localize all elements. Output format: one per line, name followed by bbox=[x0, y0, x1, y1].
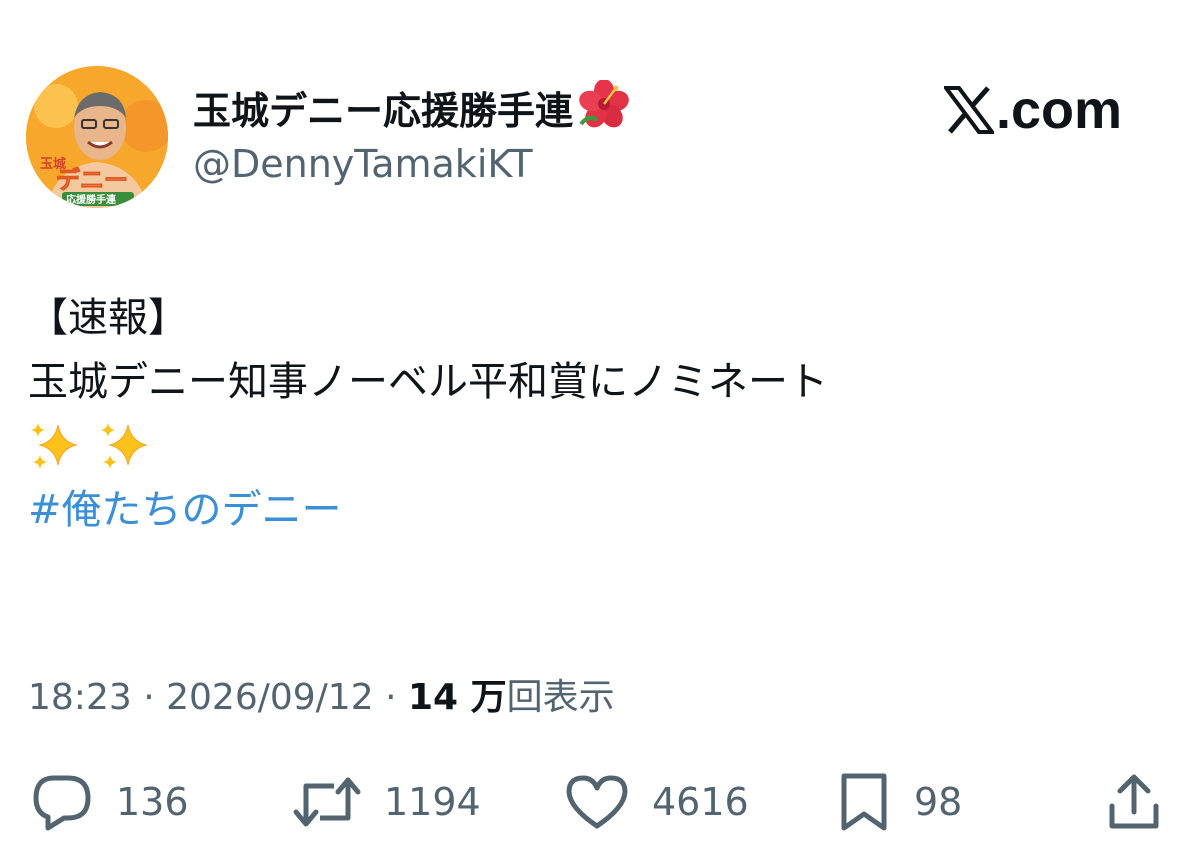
brand-watermark: .com bbox=[944, 78, 1122, 142]
reply-icon bbox=[33, 775, 91, 831]
avatar-label-main: デニー bbox=[56, 166, 128, 194]
bookmark-count: 98 bbox=[914, 780, 963, 824]
sparkles-icon bbox=[31, 423, 78, 469]
hibiscus-icon bbox=[575, 79, 633, 141]
bookmark-icon bbox=[841, 773, 887, 831]
heart-icon bbox=[566, 775, 628, 829]
like-count: 4616 bbox=[652, 780, 749, 824]
x-logo-icon bbox=[944, 86, 994, 134]
views-count: 14 万 bbox=[407, 677, 507, 718]
reply-button[interactable]: 136 bbox=[30, 770, 189, 834]
author-display-name: 玉城デニー応援勝手連 bbox=[193, 88, 574, 133]
hashtag-link[interactable]: #俺たちのデニー bbox=[28, 478, 828, 542]
retweet-button[interactable]: 1194 bbox=[292, 770, 481, 834]
meta-separator: · bbox=[385, 677, 397, 718]
action-bar: 136 1194 4616 98 bbox=[0, 770, 1200, 834]
tweet-meta: 18:23 · 2026/09/12 · 14 万回表示 bbox=[28, 672, 615, 724]
bookmark-button[interactable]: 98 bbox=[836, 770, 962, 834]
tweet-line: 玉城デニー知事ノーベル平和賞にノミネート bbox=[28, 359, 828, 405]
avatar-label-bottom: 応援勝手連 bbox=[66, 193, 117, 206]
avatar-image: 玉城 デニー 応援勝手連 bbox=[26, 66, 168, 208]
sparkles-emoji-row bbox=[28, 414, 828, 478]
tweet-date[interactable]: 2026/09/12 bbox=[166, 677, 374, 718]
reply-count: 136 bbox=[116, 780, 189, 824]
tweet-body: 【速報】 玉城デニー知事ノーベル平和賞にノミネート #俺たちのデニー bbox=[28, 286, 828, 542]
share-icon bbox=[1109, 774, 1159, 829]
views-label: 回表示 bbox=[506, 677, 615, 718]
tweet-line: 【速報】 bbox=[28, 295, 188, 341]
sparkles-icon bbox=[101, 423, 148, 469]
retweet-count: 1194 bbox=[384, 780, 481, 824]
like-button[interactable]: 4616 bbox=[564, 770, 749, 834]
meta-separator: · bbox=[143, 677, 155, 718]
author-handle[interactable]: @DennyTamakiKT bbox=[193, 140, 533, 188]
retweet-icon bbox=[293, 777, 361, 827]
avatar[interactable]: 玉城 デニー 応援勝手連 bbox=[26, 66, 168, 208]
author-name[interactable]: 玉城デニー応援勝手連 bbox=[193, 79, 633, 141]
tweet-time[interactable]: 18:23 bbox=[28, 677, 132, 718]
share-button[interactable] bbox=[1104, 770, 1164, 834]
brand-text: .com bbox=[996, 80, 1123, 140]
